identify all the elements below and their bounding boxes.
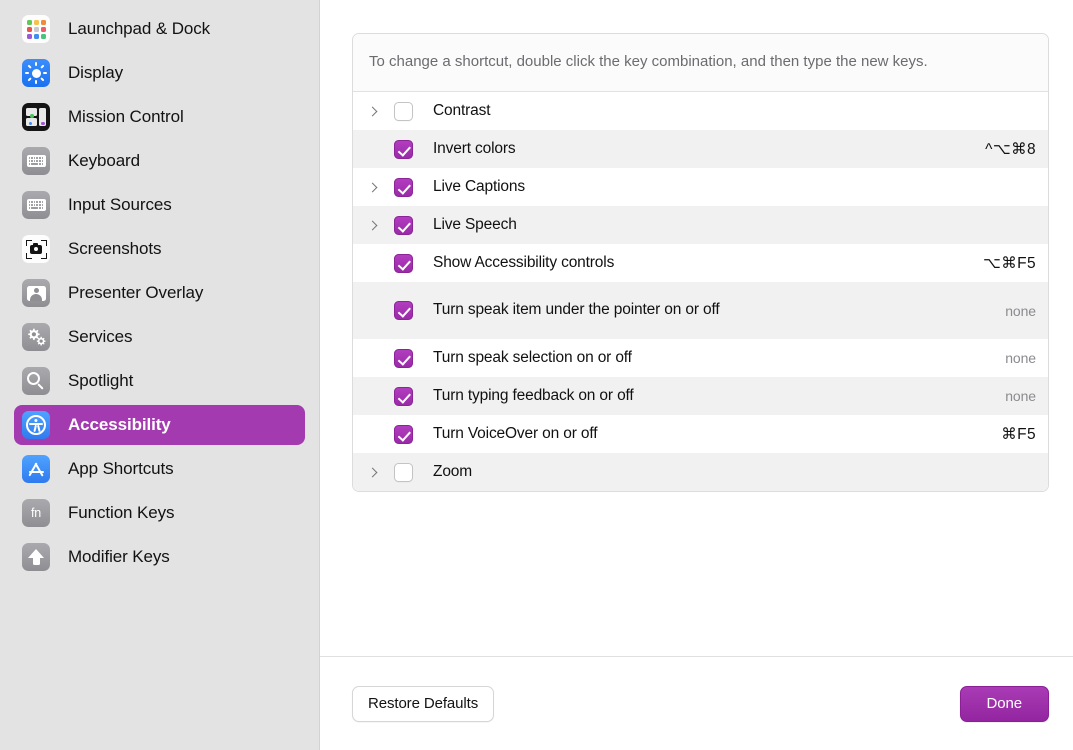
mission-control-icon: [22, 103, 50, 131]
table-row[interactable]: Invert colors ^⌥⌘8: [353, 130, 1048, 169]
table-row[interactable]: Live Speech: [353, 206, 1048, 245]
app-store-icon: [22, 455, 50, 483]
table-row[interactable]: Turn speak selection on or off none: [353, 339, 1048, 377]
shortcut-keys[interactable]: ^⌥⌘8: [985, 140, 1036, 159]
sidebar-item-label: Display: [68, 63, 124, 82]
shortcut-name: Zoom: [433, 462, 473, 480]
sidebar-item-launchpad-dock[interactable]: Launchpad & Dock: [14, 9, 305, 49]
sidebar-item-label: App Shortcuts: [68, 459, 174, 478]
row-checkbox[interactable]: [394, 301, 413, 321]
sidebar-item-label: Function Keys: [68, 503, 175, 522]
sidebar-item-presenter-overlay[interactable]: Presenter Overlay: [14, 273, 305, 313]
presenter-overlay-icon: [22, 279, 50, 307]
row-checkbox[interactable]: [394, 348, 413, 368]
keyboard-icon: [22, 147, 50, 175]
table-row[interactable]: Zoom: [353, 453, 1048, 492]
main-body: To change a shortcut, double click the k…: [320, 0, 1073, 656]
row-checkbox[interactable]: [394, 462, 413, 482]
table-row[interactable]: Contrast: [353, 92, 1048, 130]
hint-text: To change a shortcut, double click the k…: [353, 34, 1048, 93]
sidebar-item-label: Mission Control: [68, 107, 184, 126]
shortcut-name: Turn speak item under the pointer on or …: [433, 301, 720, 319]
sidebar-item-label: Services: [68, 327, 133, 346]
row-checkbox[interactable]: [394, 386, 413, 406]
shortcut-name: Show Accessibility controls: [433, 253, 615, 271]
sidebar-item-label: Presenter Overlay: [68, 283, 204, 302]
footer-bar: Restore Defaults Done: [320, 656, 1073, 750]
chevron-right-icon[interactable]: [364, 182, 382, 193]
table-row[interactable]: Turn speak item under the pointer on or …: [353, 282, 1048, 340]
sidebar: Launchpad & Dock Display Mission Control…: [0, 0, 320, 750]
sidebar-item-label: Input Sources: [68, 195, 172, 214]
table-row[interactable]: Live Captions: [353, 168, 1048, 206]
shortcut-name: Turn typing feedback on or off: [433, 386, 634, 404]
main-panel: To change a shortcut, double click the k…: [320, 0, 1073, 750]
spotlight-magnifier-icon: [22, 367, 50, 395]
screenshots-icon: [22, 235, 50, 263]
display-icon: [22, 59, 50, 87]
services-gears-icon: [22, 323, 50, 351]
shortcuts-card: To change a shortcut, double click the k…: [352, 33, 1049, 493]
sidebar-item-input-sources[interactable]: Input Sources: [14, 185, 305, 225]
row-checkbox[interactable]: [394, 253, 413, 273]
sidebar-item-keyboard[interactable]: Keyboard: [14, 141, 305, 181]
shortcut-keys[interactable]: ⌘F5: [1001, 425, 1036, 444]
row-checkbox[interactable]: [394, 424, 413, 444]
row-checkbox[interactable]: [394, 101, 413, 121]
sidebar-item-screenshots[interactable]: Screenshots: [14, 229, 305, 269]
chevron-right-icon[interactable]: [364, 467, 382, 478]
restore-defaults-button[interactable]: Restore Defaults: [352, 685, 495, 722]
sidebar-item-display[interactable]: Display: [14, 53, 305, 93]
shortcut-keys[interactable]: none: [1005, 388, 1036, 404]
chevron-right-icon[interactable]: [364, 220, 382, 231]
shortcut-name: Invert colors: [433, 139, 516, 157]
shortcut-name: Live Speech: [433, 215, 517, 233]
table-row[interactable]: Turn typing feedback on or off none: [353, 377, 1048, 416]
shortcut-keys[interactable]: none: [1005, 350, 1036, 366]
input-sources-icon: [22, 191, 50, 219]
sidebar-item-app-shortcuts[interactable]: App Shortcuts: [14, 449, 305, 489]
sidebar-item-label: Screenshots: [68, 239, 162, 258]
shortcut-name: Turn speak selection on or off: [433, 348, 632, 366]
chevron-right-icon[interactable]: [364, 106, 382, 117]
shortcut-name: Turn VoiceOver on or off: [433, 424, 598, 442]
shortcut-name: Contrast: [433, 101, 491, 119]
gears-glyph: [27, 328, 45, 345]
system-settings-window: Launchpad & Dock Display Mission Control…: [0, 0, 1073, 750]
sidebar-item-services[interactable]: Services: [14, 317, 305, 357]
shortcut-keys[interactable]: ⌥⌘F5: [983, 254, 1036, 273]
sidebar-item-accessibility[interactable]: Accessibility: [14, 405, 305, 445]
sidebar-item-function-keys[interactable]: fn Function Keys: [14, 493, 305, 533]
accessibility-icon: [22, 411, 50, 439]
sidebar-list: Launchpad & Dock Display Mission Control…: [0, 9, 319, 577]
shift-up-arrow-icon: [22, 543, 50, 571]
launchpad-icon: [22, 15, 50, 43]
row-checkbox[interactable]: [394, 139, 413, 159]
sidebar-item-label: Keyboard: [68, 151, 140, 170]
sidebar-item-mission-control[interactable]: Mission Control: [14, 97, 305, 137]
sidebar-item-label: Accessibility: [68, 415, 171, 434]
sidebar-item-label: Modifier Keys: [68, 547, 170, 566]
shortcut-name: Live Captions: [433, 177, 525, 195]
sidebar-item-spotlight[interactable]: Spotlight: [14, 361, 305, 401]
sidebar-item-label: Spotlight: [68, 371, 134, 390]
fn-key-icon: fn: [22, 499, 50, 527]
sidebar-item-modifier-keys[interactable]: Modifier Keys: [14, 537, 305, 577]
sidebar-item-label: Launchpad & Dock: [68, 19, 211, 38]
table-row[interactable]: Show Accessibility controls ⌥⌘F5: [353, 244, 1048, 282]
done-button[interactable]: Done: [959, 685, 1049, 722]
shortcuts-list: Contrast Invert colors ^⌥⌘8 Live Caption…: [353, 92, 1048, 492]
shortcut-keys[interactable]: none: [1005, 303, 1036, 319]
row-checkbox[interactable]: [394, 177, 413, 197]
row-checkbox[interactable]: [394, 215, 413, 235]
table-row[interactable]: Turn VoiceOver on or off ⌘F5: [353, 415, 1048, 453]
